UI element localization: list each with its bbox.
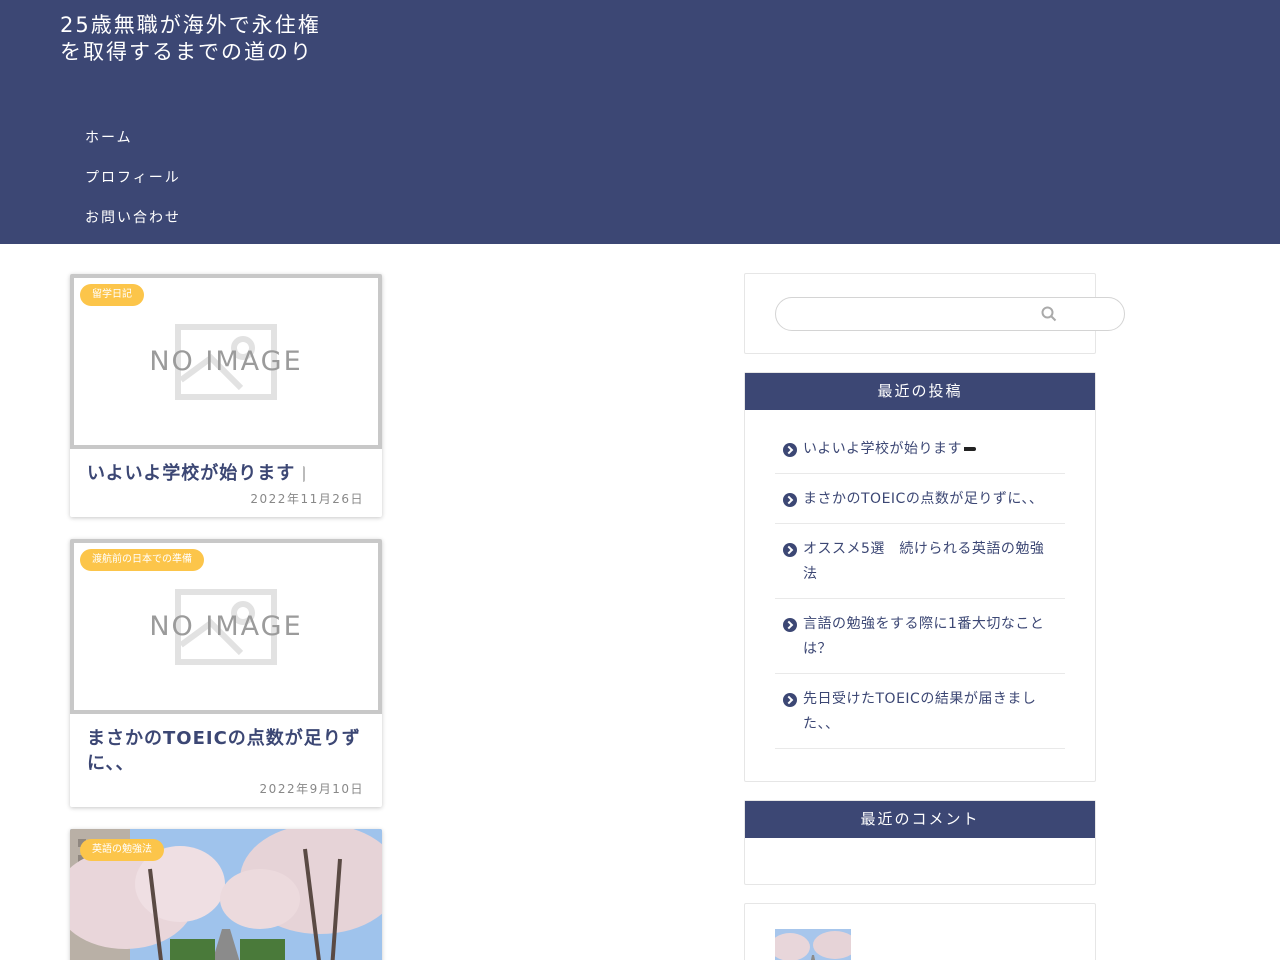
chevron-right-icon: [783, 618, 797, 632]
site-title[interactable]: 25歳無職が海外で永住権を取得するまでの道のり: [60, 12, 330, 65]
chevron-right-icon: [783, 693, 797, 707]
post-thumbnail[interactable]: NO IMAGE 留学日記: [70, 274, 382, 449]
recent-post-link[interactable]: 言語の勉強をする際に1番大切なことは？: [775, 599, 1065, 674]
widget-title-recent: 最近の投稿: [745, 373, 1095, 410]
post-title[interactable]: いよいよ学校が始ります: [70, 449, 382, 486]
category-badge[interactable]: 留学日記: [80, 284, 144, 306]
pen-icon: [303, 466, 306, 482]
widget-thumbnail[interactable]: [775, 929, 851, 960]
search-form: [775, 297, 1125, 331]
widget-title-comments: 最近のコメント: [745, 801, 1095, 838]
chevron-right-icon: [783, 493, 797, 507]
post-thumbnail-photo[interactable]: 英語の勉強法: [70, 829, 382, 960]
recent-posts-widget: 最近の投稿 いよいよ学校が始ります まさかのTOEICの点数が足りずに、、 オス…: [744, 372, 1096, 782]
no-image-icon: NO IMAGE: [151, 588, 301, 665]
search-icon[interactable]: [1041, 306, 1057, 326]
post-thumbnail-widget: [744, 903, 1096, 960]
post-thumbnail[interactable]: NO IMAGE 渡航前の日本での準備: [70, 539, 382, 714]
post-title[interactable]: まさかのTOEICの点数が足りずに、、: [70, 714, 382, 776]
pen-icon: [963, 447, 976, 451]
site-header: 25歳無職が海外で永住権を取得するまでの道のり ホーム プロフィール お問い合わ…: [0, 0, 1280, 244]
search-input[interactable]: [790, 304, 1040, 326]
chevron-right-icon: [783, 543, 797, 557]
nav-item-contact[interactable]: お問い合わせ: [85, 198, 181, 238]
post-date: 2022年11月26日: [250, 492, 364, 506]
cherry-blossom-thumb: [775, 929, 851, 960]
recent-post-link[interactable]: いよいよ学校が始ります: [775, 424, 1065, 474]
recent-post-link[interactable]: 先日受けたTOEICの結果が届きました、、: [775, 674, 1065, 749]
post-card[interactable]: 英語の勉強法: [70, 829, 382, 960]
post-card[interactable]: NO IMAGE 渡航前の日本での準備 まさかのTOEICの点数が足りずに、、 …: [70, 539, 382, 807]
recent-comments-widget: 最近のコメント: [744, 800, 1096, 885]
category-badge[interactable]: 英語の勉強法: [80, 839, 164, 861]
recent-post-link[interactable]: まさかのTOEICの点数が足りずに、、: [775, 474, 1065, 524]
nav-item-home[interactable]: ホーム: [85, 118, 181, 158]
search-widget: [744, 273, 1125, 354]
category-badge[interactable]: 渡航前の日本での準備: [80, 549, 204, 571]
post-card[interactable]: NO IMAGE 留学日記 いよいよ学校が始ります 2022年11月26日: [70, 274, 382, 517]
recent-posts-list: いよいよ学校が始ります まさかのTOEICの点数が足りずに、、 オススメ5選 続…: [745, 410, 1095, 749]
recent-post-link[interactable]: オススメ5選 続けられる英語の勉強法: [775, 524, 1065, 599]
svg-text:NO IMAGE: NO IMAGE: [151, 346, 301, 377]
no-image-icon: NO IMAGE: [151, 323, 301, 400]
svg-text:NO IMAGE: NO IMAGE: [151, 611, 301, 642]
chevron-right-icon: [783, 443, 797, 457]
global-nav: ホーム プロフィール お問い合わせ: [85, 118, 181, 238]
nav-item-profile[interactable]: プロフィール: [85, 158, 181, 198]
post-date: 2022年9月10日: [259, 782, 364, 796]
